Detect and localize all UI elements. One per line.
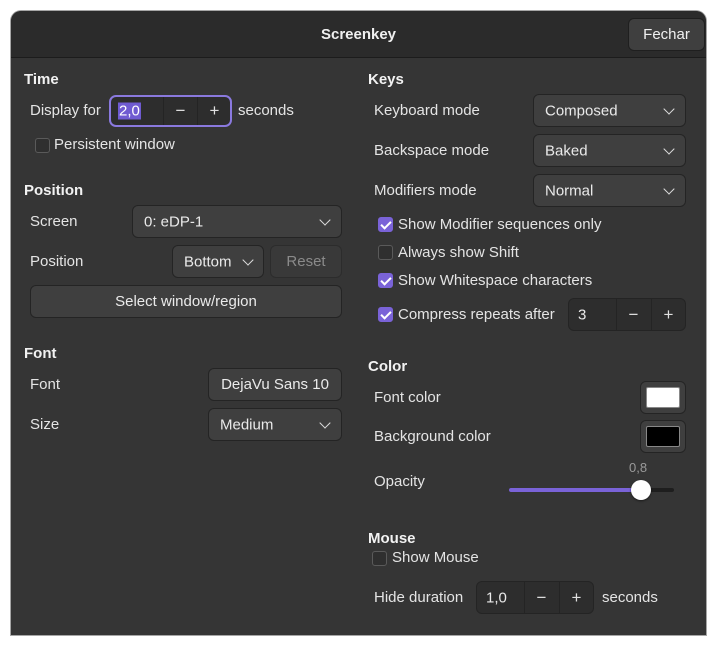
show-modifier-checkbox[interactable] [378,217,393,232]
opacity-value-label: 0,8 [629,460,648,475]
modifiers-mode-dropdown[interactable]: Normal [533,174,686,207]
background-color-button[interactable] [640,420,686,453]
screen-dropdown-value: 0: eDP-1 [144,213,204,230]
header-bar: Screenkey Fechar [11,11,706,58]
hide-duration-decrement-button[interactable]: − [524,582,558,613]
show-mouse-label[interactable]: Show Mouse [392,549,479,566]
keyboard-mode-label: Keyboard mode [374,102,480,119]
backspace-mode-value: Baked [545,142,588,159]
modifiers-mode-label: Modifiers mode [374,182,477,199]
compress-repeats-label[interactable]: Compress repeats after [398,306,555,323]
opacity-slider-handle[interactable] [631,480,651,500]
opacity-label: Opacity [374,473,425,490]
display-for-spinbox[interactable]: 2,0 − + [109,95,232,127]
display-for-increment-button[interactable]: + [197,97,231,125]
window-title: Screenkey [320,26,397,43]
hide-duration-value[interactable]: 1,0 [486,589,507,606]
background-color-label: Background color [374,428,491,445]
show-whitespace-label[interactable]: Show Whitespace characters [398,272,592,289]
compress-increment-button[interactable]: + [651,299,685,330]
preferences-window: Screenkey Fechar Time Display for 2,0 − … [11,11,706,635]
opacity-slider-fill [509,488,641,492]
compress-repeats-spinbox[interactable]: 3 − + [568,298,686,331]
font-chooser-button[interactable]: DejaVu Sans 10 [208,368,342,401]
position-dropdown-value: Bottom [184,253,232,270]
display-for-label: Display for [30,102,101,119]
screen-label: Screen [30,213,78,230]
font-heading: Font [24,345,57,362]
color-heading: Color [368,358,408,375]
display-for-seconds-label: seconds [238,102,294,119]
chevron-down-icon [663,102,675,115]
display-for-decrement-button[interactable]: − [163,97,197,125]
font-color-swatch [646,387,680,408]
background-color-swatch [646,426,680,447]
always-shift-label[interactable]: Always show Shift [398,244,519,261]
close-button[interactable]: Fechar [628,18,705,51]
modifiers-mode-value: Normal [545,182,594,199]
compress-decrement-button[interactable]: − [616,299,650,330]
size-label: Size [30,416,60,433]
position-label: Position [30,253,84,270]
hide-duration-spinbox[interactable]: 1,0 − + [476,581,594,614]
chevron-down-icon [319,416,331,429]
hide-duration-increment-button[interactable]: + [559,582,593,613]
show-modifier-label[interactable]: Show Modifier sequences only [398,216,601,233]
show-mouse-checkbox[interactable] [372,551,387,566]
backspace-mode-dropdown[interactable]: Baked [533,134,686,167]
font-color-label: Font color [374,389,441,406]
display-for-value[interactable]: 2,0 [118,102,141,120]
persistent-window-checkbox[interactable] [35,138,50,153]
keyboard-mode-value: Composed [545,102,618,119]
position-dropdown[interactable]: Bottom [172,245,264,278]
size-dropdown[interactable]: Medium [208,408,342,441]
screen-dropdown[interactable]: 0: eDP-1 [132,205,342,238]
size-dropdown-value: Medium [220,416,274,433]
chevron-down-icon [663,142,675,155]
compress-repeats-checkbox[interactable] [378,307,393,322]
keyboard-mode-dropdown[interactable]: Composed [533,94,686,127]
mouse-heading: Mouse [368,530,416,547]
backspace-mode-label: Backspace mode [374,142,490,159]
compress-repeats-value[interactable]: 3 [578,306,586,323]
persistent-window-label[interactable]: Persistent window [54,136,175,153]
chevron-down-icon [319,213,331,226]
always-shift-checkbox[interactable] [378,245,393,260]
font-label: Font [30,376,61,393]
show-whitespace-checkbox[interactable] [378,273,393,288]
time-heading: Time [24,71,59,88]
select-region-button[interactable]: Select window/region [30,285,342,318]
position-heading: Position [24,182,84,199]
keys-heading: Keys [368,71,404,88]
chevron-down-icon [242,253,254,266]
font-color-button[interactable] [640,381,686,414]
chevron-down-icon [663,182,675,195]
hide-duration-seconds-label: seconds [602,589,658,606]
reset-button[interactable]: Reset [270,245,342,278]
hide-duration-label: Hide duration [374,589,464,606]
